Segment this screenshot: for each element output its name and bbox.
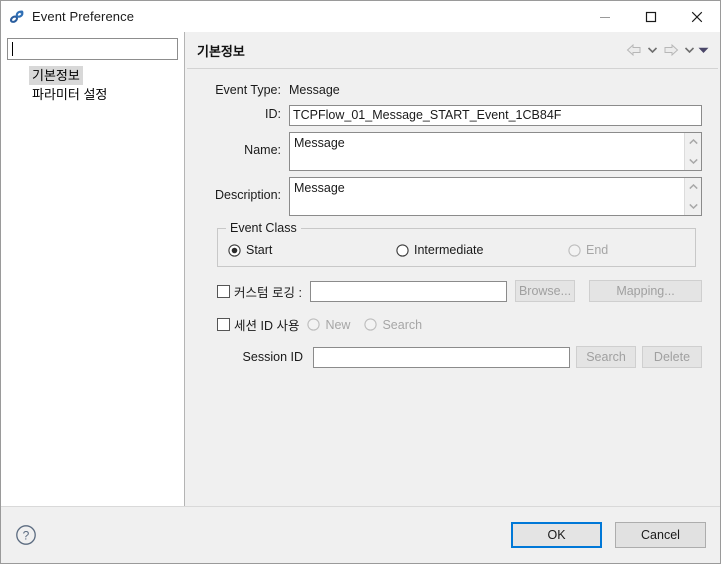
back-button[interactable] xyxy=(623,40,645,60)
session-id-use-label: 세션 ID 사용 xyxy=(234,319,300,333)
footer-buttons: OK Cancel xyxy=(511,522,706,548)
session-id-use-checkbox[interactable] xyxy=(217,318,230,331)
scroll-down-button[interactable] xyxy=(685,152,701,171)
content-header: 기본정보 xyxy=(185,32,720,68)
maximize-icon xyxy=(645,11,657,22)
radio-selected-icon xyxy=(228,243,241,257)
custom-logging-label: 커스텀 로깅 : xyxy=(234,285,302,300)
session-search-button: Search xyxy=(576,346,636,368)
cancel-button[interactable]: Cancel xyxy=(615,522,706,548)
event-type-row: Event Type: Message xyxy=(203,81,702,99)
event-class-legend: Event Class xyxy=(226,221,301,235)
event-class-group: Event Class Start Intermediate End xyxy=(217,221,696,267)
basic-info-form: Event Type: Message ID: TCPFlow_01_Messa… xyxy=(185,69,720,506)
scroll-up-button[interactable] xyxy=(685,178,701,197)
radio-intermediate-label: Intermediate xyxy=(414,243,484,257)
history-nav xyxy=(623,40,710,60)
event-preference-dialog: Event Preference 기본정보 파라미터 설정 기본정보 Event… xyxy=(0,0,721,564)
session-delete-button: Delete xyxy=(642,346,702,368)
filter-input[interactable] xyxy=(7,38,178,60)
page-title: 기본정보 xyxy=(197,43,245,59)
name-label: Name: xyxy=(244,143,281,157)
custom-logging-checkbox[interactable] xyxy=(217,284,230,298)
more-menu-button[interactable] xyxy=(697,40,710,60)
radio-unselected-disabled-icon xyxy=(568,243,581,257)
chevron-down-icon xyxy=(648,47,657,53)
radio-unselected-disabled-icon xyxy=(364,318,378,331)
radio-search: Search xyxy=(364,318,422,332)
scroll-up-button[interactable] xyxy=(685,133,701,152)
radio-end-label: End xyxy=(586,243,609,257)
text-caret xyxy=(12,42,13,56)
radio-search-label: Search xyxy=(382,317,423,332)
radio-intermediate[interactable]: Intermediate xyxy=(396,243,568,257)
close-icon xyxy=(691,11,703,22)
chevron-down-icon xyxy=(685,47,694,53)
sidebar-item-basic-info[interactable]: 기본정보 xyxy=(29,66,83,85)
session-id-label: Session ID xyxy=(242,350,303,364)
radio-end: End xyxy=(568,243,608,257)
links-icon xyxy=(9,9,25,25)
maximize-button[interactable] xyxy=(628,1,674,32)
description-input[interactable]: Message xyxy=(289,177,702,216)
radio-new: New xyxy=(307,318,350,332)
preference-tree: 기본정보 파라미터 설정 xyxy=(7,66,178,104)
minimize-icon xyxy=(600,16,610,18)
description-row: Description: Message xyxy=(203,177,702,216)
dialog-body: 기본정보 파라미터 설정 기본정보 Event Type: Message ID… xyxy=(1,32,720,506)
ok-button[interactable]: OK xyxy=(511,522,602,548)
description-label: Description: xyxy=(215,188,281,202)
title-bar: Event Preference xyxy=(1,1,720,32)
description-input-value: Message xyxy=(294,181,345,195)
session-id-input[interactable] xyxy=(313,346,570,368)
dialog-footer: ? OK Cancel xyxy=(1,506,720,563)
custom-logging-input[interactable] xyxy=(309,280,507,302)
chevron-up-icon xyxy=(688,184,698,190)
id-input[interactable]: TCPFlow_01_Message_START_Event_1CB84F xyxy=(289,105,702,126)
radio-new-label: New xyxy=(325,317,351,332)
description-scrollbar[interactable] xyxy=(684,178,701,215)
sidebar-item-parameter-settings[interactable]: 파라미터 설정 xyxy=(29,85,110,104)
chevron-down-icon xyxy=(688,158,698,164)
name-scrollbar[interactable] xyxy=(684,133,701,170)
radio-start-label: Start xyxy=(246,243,273,257)
minimize-button[interactable] xyxy=(582,1,628,32)
name-input-value: Message xyxy=(294,136,345,150)
svg-text:?: ? xyxy=(23,528,30,542)
window-controls xyxy=(582,1,720,32)
event-class-options: Start Intermediate End xyxy=(228,243,685,257)
event-type-label: Event Type: xyxy=(215,83,281,97)
forward-arrow-icon xyxy=(664,43,679,57)
back-arrow-icon xyxy=(626,43,641,57)
custom-logging-row: 커스텀 로깅 : Browse... Mapping... xyxy=(217,280,702,302)
forward-menu-button[interactable] xyxy=(683,40,696,60)
chevron-down-filled-icon xyxy=(698,47,709,53)
id-label: ID: xyxy=(265,107,281,121)
chevron-up-icon xyxy=(688,139,698,145)
name-input[interactable]: Message xyxy=(289,132,702,171)
chevron-down-icon xyxy=(688,203,698,209)
scroll-down-button[interactable] xyxy=(685,197,701,216)
session-id-row: Session ID Search Delete xyxy=(217,346,702,368)
preference-sidebar: 기본정보 파라미터 설정 xyxy=(1,32,185,506)
event-type-value: Message xyxy=(289,83,340,97)
forward-button[interactable] xyxy=(660,40,682,60)
name-row: Name: Message xyxy=(203,132,702,171)
window-title: Event Preference xyxy=(32,9,135,24)
help-circle-icon[interactable]: ? xyxy=(15,524,37,546)
mapping-button: Mapping... xyxy=(589,280,702,302)
session-id-use-row: 세션 ID 사용 New Search xyxy=(217,315,702,334)
id-row: ID: TCPFlow_01_Message_START_Event_1CB84… xyxy=(203,105,702,126)
back-menu-button[interactable] xyxy=(646,40,659,60)
radio-start[interactable]: Start xyxy=(228,243,396,257)
preference-content: 기본정보 Event Type: Message ID: TCPFlow_01_… xyxy=(185,32,720,506)
browse-button: Browse... xyxy=(515,280,575,302)
radio-unselected-icon xyxy=(396,243,409,257)
radio-unselected-disabled-icon xyxy=(307,318,321,331)
close-button[interactable] xyxy=(674,1,720,32)
